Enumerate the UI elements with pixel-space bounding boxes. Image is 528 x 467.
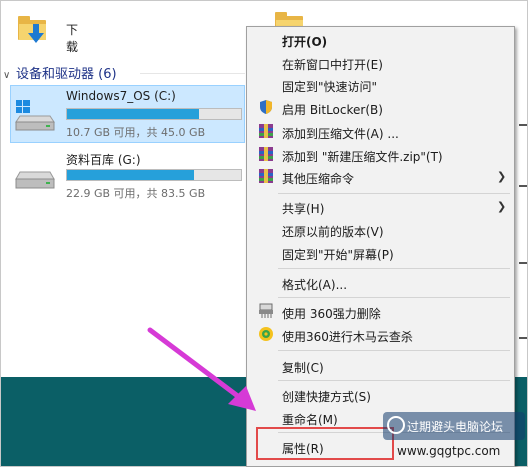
watermark-badge: 过期避头电脑论坛 [383,412,525,440]
watermark-text: 过期避头电脑论坛 [407,420,504,434]
watermark-logo-icon [387,416,405,434]
annotation-arrow-icon [147,327,256,411]
watermark-url: www.gqgtpc.com [397,444,501,458]
